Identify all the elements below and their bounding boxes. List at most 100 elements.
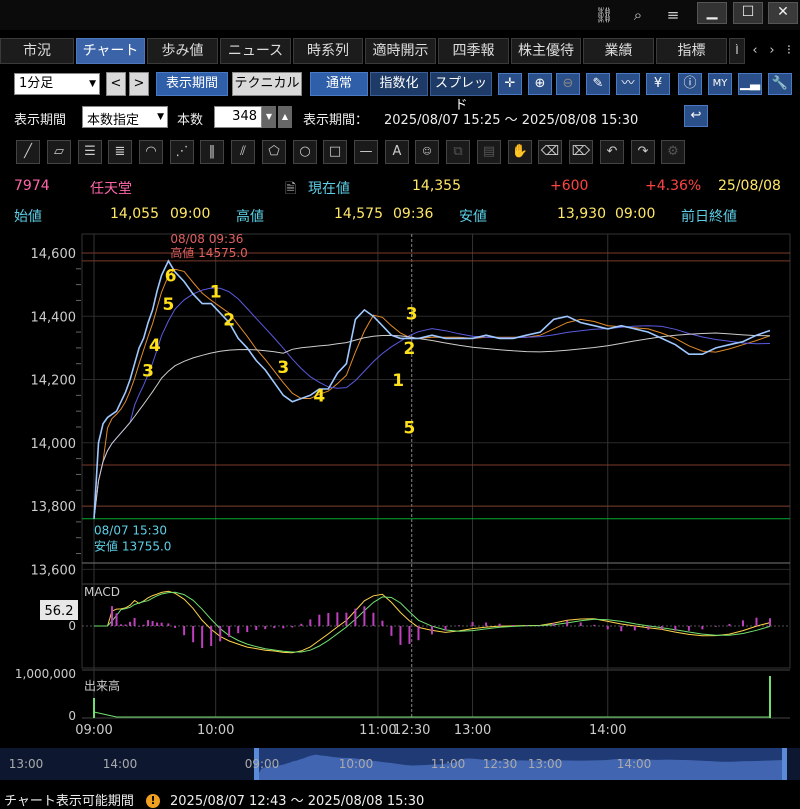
high-label: 高値 — [236, 209, 264, 225]
moving-average-line — [93, 268, 771, 519]
hlines-dense-icon[interactable]: ≣ — [108, 140, 132, 164]
link-icon[interactable]: ⛓ — [592, 5, 616, 25]
count-down-icon[interactable]: ▼ — [262, 106, 276, 128]
x-tick-label: 13:00 — [454, 723, 491, 738]
stock-code: 7974 — [14, 178, 50, 194]
y-tick-label: 14,400 — [31, 310, 77, 325]
quote-date: 25/08/08 — [718, 178, 781, 194]
period-button[interactable]: 表示期間 — [156, 72, 228, 96]
volume-label: 出来高 — [84, 678, 120, 693]
count-up-icon[interactable]: ▲ — [278, 106, 292, 128]
minimize-button[interactable]: ▁ — [697, 2, 727, 24]
circle-icon[interactable]: ○ — [293, 140, 317, 164]
spread-button[interactable]: スプレッド — [430, 72, 492, 113]
x-tick-label: 14:00 — [589, 723, 626, 738]
text-icon[interactable]: A — [385, 140, 409, 164]
yen-icon[interactable]: ¥ — [646, 73, 670, 95]
channel-icon[interactable]: ⫽ — [231, 140, 255, 164]
tab-scroll-left-icon[interactable]: ‹ — [747, 38, 763, 64]
tab-timeseries[interactable]: 時系列 — [293, 38, 363, 64]
count-label: 本数 — [177, 113, 204, 128]
wave-icon[interactable]: 〰 — [616, 73, 640, 95]
stamp-icon[interactable]: ☺ — [415, 140, 439, 164]
interval-select[interactable]: 1分足 ▼ — [14, 73, 100, 95]
wrench-icon[interactable]: 🔧 — [768, 73, 792, 95]
hlines-icon[interactable]: ☰ — [78, 140, 102, 164]
volume-profile-icon[interactable]: ▁▃ — [738, 73, 762, 95]
normal-button[interactable]: 通常 — [310, 72, 368, 96]
wave-label: 1 — [210, 282, 222, 302]
technical-button[interactable]: テクニカル — [232, 72, 302, 96]
fan-icon[interactable]: ⋰ — [170, 140, 194, 164]
volume-max-label: 1,000,000 — [15, 667, 76, 681]
tab-indicators[interactable]: 指標 — [656, 38, 727, 64]
next-button[interactable]: > — [129, 72, 149, 96]
pentagon-icon[interactable]: ⬠ — [262, 140, 286, 164]
wave-label: 5 — [162, 295, 174, 315]
my-chart-icon[interactable]: MY — [708, 73, 732, 95]
zoom-out-icon[interactable]: ⊖ — [556, 73, 580, 95]
period-label: 表示期間 — [14, 113, 67, 128]
arc-icon[interactable]: ◠ — [139, 140, 163, 164]
prev-close-label: 前日終値 — [681, 209, 737, 225]
rectangle-icon[interactable]: □ — [323, 140, 347, 164]
interval-value: 1分足 — [19, 76, 54, 91]
wave-label: 6 — [165, 266, 177, 286]
chart-toolbar: 1分足 ▼ < > 表示期間 テクニカル 通常 指数化 スプレッド ✛ ⊕ ⊖ ✎… — [0, 72, 800, 113]
menu-icon[interactable]: ≡ — [661, 5, 685, 25]
maximize-button[interactable]: ☐ — [733, 2, 763, 24]
return-icon[interactable]: ↩ — [684, 105, 708, 127]
tab-quarterly[interactable]: 四季報 — [438, 38, 509, 64]
tab-performance[interactable]: 業績 — [583, 38, 654, 64]
navigator-tick-label: 12:30 — [483, 757, 518, 771]
status-label: チャート表示可能期間 — [4, 794, 134, 809]
low-annotation-time: 08/07 15:30 — [94, 523, 167, 537]
info-icon[interactable]: ⓘ — [678, 73, 702, 95]
navigator-tick-label: 11:00 — [431, 757, 466, 771]
close-button[interactable]: ✕ — [768, 2, 798, 24]
ruler-icon[interactable]: ▱ — [47, 140, 71, 164]
volume-line — [93, 711, 770, 718]
undo-icon[interactable]: ↶ — [600, 140, 624, 164]
open-price: 14,055 — [110, 206, 159, 222]
title-bar: ⛓ ⌕ ≡ ▁ ☐ ✕ — [0, 0, 800, 30]
count-input[interactable]: 348 — [214, 106, 262, 128]
macd-signal-line — [94, 591, 771, 653]
pencil-icon[interactable]: ✎ — [586, 73, 610, 95]
eraser-all-icon[interactable]: ⌦ — [569, 140, 593, 164]
index-button[interactable]: 指数化 — [370, 72, 428, 96]
tab-market[interactable]: 市況 — [0, 38, 74, 64]
y-tick-label: 14,600 — [31, 247, 77, 262]
price-change: +600 — [550, 178, 589, 194]
tab-tick[interactable]: 歩み値 — [147, 38, 218, 64]
wave-label: 3 — [277, 358, 289, 378]
zoom-in-icon[interactable]: ⊕ — [528, 73, 552, 95]
price-chart[interactable]: 14,600 14,400 14,200 14,000 13,800 13,600 09:… — [0, 228, 800, 784]
low-annotation-label: 安値 13755.0 — [94, 538, 171, 553]
y-tick-label: 13,800 — [31, 500, 77, 515]
prev-button[interactable]: < — [106, 72, 126, 96]
vlines-icon[interactable]: ‖ — [200, 140, 224, 164]
moving-average-line — [93, 332, 771, 519]
tab-benefits[interactable]: 株主優待 — [511, 38, 581, 64]
chevron-down-icon: ▼ — [157, 112, 164, 122]
volume-zero-label: 0 — [68, 709, 76, 723]
trendline-icon[interactable]: ╱ — [16, 140, 40, 164]
tab-disclosure[interactable]: 適時開示 — [365, 38, 436, 64]
low-label: 安値 — [459, 209, 487, 225]
document-icon[interactable]: 🗎 — [285, 178, 296, 202]
tab-chart[interactable]: チャート — [76, 38, 145, 64]
high-time: 09:36 — [393, 206, 434, 222]
tab-news[interactable]: ニュース — [220, 38, 291, 64]
tab-scroll-right-icon[interactable]: › — [764, 38, 780, 64]
search-icon[interactable]: ⌕ — [626, 5, 650, 25]
tab-list-icon[interactable]: ⁝ — [781, 38, 797, 64]
wave-label: 2 — [404, 339, 416, 359]
eraser-icon[interactable]: ⌫ — [538, 140, 562, 164]
crosshair-icon[interactable]: ✛ — [498, 73, 522, 95]
redo-icon[interactable]: ↷ — [631, 140, 655, 164]
hline-icon[interactable]: — — [354, 140, 378, 164]
tab-more[interactable]: Ì — [729, 38, 745, 64]
high-price: 14,575 — [334, 206, 383, 222]
period-mode-select[interactable]: 本数指定 ▼ — [82, 106, 168, 128]
